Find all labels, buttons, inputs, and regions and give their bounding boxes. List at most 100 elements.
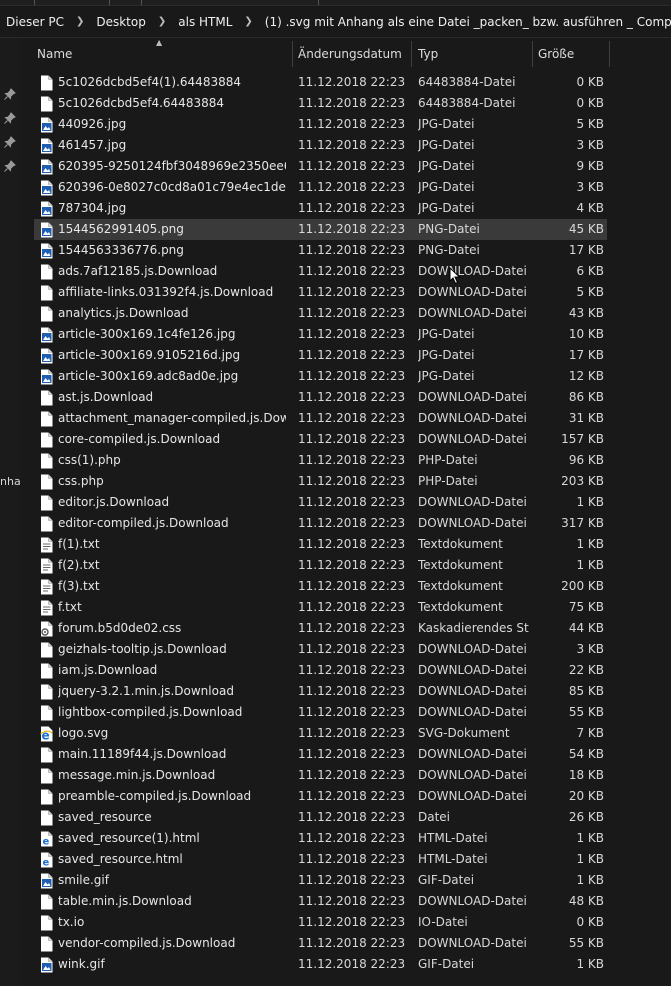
file-row[interactable]: vendor-compiled.js.Download 11.12.2018 22…	[34, 933, 607, 954]
file-size: 55 KB	[568, 705, 604, 719]
sort-ascending-icon: ▲	[156, 38, 163, 47]
column-divider[interactable]	[532, 41, 533, 67]
file-row[interactable]: affiliate-links.031392f4.js.Download 11.1…	[34, 282, 607, 303]
file-row[interactable]: article-300x169.adc8ad0e.jpg 11.12.2018 2…	[34, 366, 607, 387]
file-row[interactable]: 5c1026dcbd5ef4(1).64483884 11.12.2018 22:…	[34, 72, 607, 93]
column-divider[interactable]	[609, 41, 610, 67]
file-type: JPG-Datei	[418, 327, 475, 341]
file-row[interactable]: 1544563336776.png 11.12.2018 22:23 PNG-Dat…	[34, 240, 607, 261]
file-icon	[41, 75, 53, 91]
file-date: 11.12.2018 22:23	[298, 936, 406, 950]
file-size: 55 KB	[568, 936, 604, 950]
file-size: 4 KB	[576, 201, 604, 215]
file-size: 10 KB	[568, 327, 604, 341]
file-date: 11.12.2018 22:23	[298, 600, 406, 614]
file-size: 18 KB	[568, 768, 604, 782]
file-row[interactable]: saved_resource 11.12.2018 22:23 Datei 26 KB	[34, 807, 607, 828]
file-row[interactable]: editor-compiled.js.Download 11.12.2018 22…	[34, 513, 607, 534]
file-row[interactable]: 440926.jpg 11.12.2018 22:23 JPG-Datei 5 KB	[34, 114, 607, 135]
file-icon	[41, 810, 53, 826]
file-size: 1 KB	[576, 495, 604, 509]
file-row[interactable]: core-compiled.js.Download 11.12.2018 22:2…	[34, 429, 607, 450]
file-row[interactable]: article-300x169.9105216d.jpg 11.12.2018 2…	[34, 345, 607, 366]
column-header-name[interactable]: Name	[37, 38, 72, 70]
file-row[interactable]: article-300x169.1c4fe126.jpg 11.12.2018 2…	[34, 324, 607, 345]
file-row[interactable]: f(3).txt 11.12.2018 22:23 Textdokument 200 …	[34, 576, 607, 597]
file-row[interactable]: 620396-0e8027c0cd8a01c79e4ec1de9d93... 11…	[34, 177, 607, 198]
file-row[interactable]: ast.js.Download 11.12.2018 22:23 DOWNLOAD-…	[34, 387, 607, 408]
breadcrumb-item-desktop[interactable]: Desktop	[90, 15, 152, 29]
file-size: 3 KB	[576, 138, 604, 152]
file-name: iam.js.Download	[58, 663, 158, 677]
file-row[interactable]: attachment_manager-compiled.js.Downl... 1…	[34, 408, 607, 429]
file-type: Datei	[418, 810, 451, 824]
nav-item-label[interactable]: nha	[0, 475, 21, 488]
file-type: Textdokument	[418, 600, 503, 614]
file-row[interactable]: lightbox-compiled.js.Download 11.12.2018 …	[34, 702, 607, 723]
file-type: DOWNLOAD-Datei	[418, 936, 527, 950]
column-header-size[interactable]: Größe	[538, 38, 574, 70]
svg-text:e: e	[43, 858, 50, 869]
file-name: 5c1026dcbd5ef4.64483884	[58, 96, 224, 110]
column-header-type[interactable]: Typ	[418, 38, 438, 70]
file-row[interactable]: e saved_resource(1).html 11.12.2018 22:23 H…	[34, 828, 607, 849]
file-row[interactable]: tx.io 11.12.2018 22:23 IO-Datei 0 KB	[34, 912, 607, 933]
pin-icon[interactable]	[4, 160, 16, 172]
file-row[interactable]: analytics.js.Download 11.12.2018 22:23 DOW…	[34, 303, 607, 324]
file-row[interactable]: 620395-9250124fbf3048969e2350ee611e7... 1…	[34, 156, 607, 177]
file-row[interactable]: preamble-compiled.js.Download 11.12.2018 …	[34, 786, 607, 807]
file-row[interactable]: 1544562991405.png 11.12.2018 22:23 PNG-Dat…	[34, 219, 607, 240]
file-row[interactable]: table.min.js.Download 11.12.2018 22:23 DOW…	[34, 891, 607, 912]
text-file-icon	[41, 537, 53, 553]
pin-icon[interactable]	[4, 88, 16, 100]
file-type: JPG-Datei	[418, 138, 475, 152]
file-row[interactable]: css(1).php 11.12.2018 22:23 PHP-Datei 96 KB	[34, 450, 607, 471]
file-row[interactable]: f(1).txt 11.12.2018 22:23 Textdokument 1 KB	[34, 534, 607, 555]
file-name: preamble-compiled.js.Download	[58, 789, 252, 803]
file-date: 11.12.2018 22:23	[298, 894, 406, 908]
breadcrumb-item-this-pc[interactable]: Dieser PC	[0, 15, 70, 29]
file-list-view[interactable]: ▲ Name Änderungsdatum Typ Größe 5c1026dc…	[20, 38, 671, 986]
pin-icon[interactable]	[4, 136, 16, 148]
column-header-date[interactable]: Änderungsdatum	[298, 38, 402, 70]
pin-icon[interactable]	[4, 112, 16, 124]
file-row[interactable]: e saved_resource.html 11.12.2018 22:23 HTML…	[34, 849, 607, 870]
file-row[interactable]: main.11189f44.js.Download 11.12.2018 22:2…	[34, 744, 607, 765]
file-row[interactable]: e logo.svg 11.12.2018 22:23 SVG-Dokument 7 K…	[34, 723, 607, 744]
vertical-scrollbar[interactable]	[643, 38, 651, 986]
file-type: GIF-Datei	[418, 873, 475, 887]
file-row[interactable]: css.php 11.12.2018 22:23 PHP-Datei 203 KB	[34, 471, 607, 492]
file-date: 11.12.2018 22:23	[298, 495, 406, 509]
file-type: GIF-Datei	[418, 957, 475, 971]
file-row[interactable]: ads.7af12185.js.Download 11.12.2018 22:23…	[34, 261, 607, 282]
file-row[interactable]: geizhals-tooltip.js.Download 11.12.2018 2…	[34, 639, 607, 660]
breadcrumb-item-als-html[interactable]: als HTML	[172, 15, 238, 29]
column-divider[interactable]	[411, 41, 412, 67]
file-row[interactable]: 787304.jpg 11.12.2018 22:23 JPG-Datei 4 KB	[34, 198, 607, 219]
file-type: DOWNLOAD-Datei	[418, 789, 527, 803]
file-row[interactable]: forum.b5d0de02.css 11.12.2018 22:23 Kaskad…	[34, 618, 607, 639]
chevron-right-icon[interactable]: ❯	[238, 16, 258, 27]
file-row[interactable]: editor.js.Download 11.12.2018 22:23 DOWNLO…	[34, 492, 607, 513]
file-size: 1 KB	[576, 873, 604, 887]
address-breadcrumb[interactable]: Dieser PC ❯ Desktop ❯ als HTML ❯ (1) .sv…	[0, 6, 671, 38]
chevron-right-icon[interactable]: ❯	[70, 16, 90, 27]
file-name: css(1).php	[58, 453, 121, 467]
file-row[interactable]: smile.gif 11.12.2018 22:23 GIF-Datei 1 KB	[34, 870, 607, 891]
file-row[interactable]: f.txt 11.12.2018 22:23 Textdokument 75 KB	[34, 597, 607, 618]
file-name: 440926.jpg	[58, 117, 127, 131]
chevron-right-icon[interactable]: ❯	[152, 16, 172, 27]
file-type: JPG-Datei	[418, 369, 475, 383]
file-row[interactable]: wink.gif 11.12.2018 22:23 GIF-Datei 1 KB	[34, 954, 607, 975]
file-row[interactable]: message.min.js.Download 11.12.2018 22:23 D…	[34, 765, 607, 786]
file-size: 1 KB	[576, 852, 604, 866]
breadcrumb-item-current-folder[interactable]: (1) .svg mit Anhang als eine Datei _pack…	[259, 15, 671, 29]
file-row[interactable]: f(2).txt 11.12.2018 22:23 Textdokument 1 KB	[34, 555, 607, 576]
file-row[interactable]: 5c1026dcbd5ef4.64483884 11.12.2018 22:23 6…	[34, 93, 607, 114]
file-size: 200 KB	[561, 579, 604, 593]
file-type: DOWNLOAD-Datei	[418, 705, 527, 719]
file-row[interactable]: iam.js.Download 11.12.2018 22:23 DOWNLOAD-…	[34, 660, 607, 681]
column-divider[interactable]	[292, 41, 293, 67]
file-row[interactable]: jquery-3.2.1.min.js.Download 11.12.2018 2…	[34, 681, 607, 702]
file-row[interactable]: 461457.jpg 11.12.2018 22:23 JPG-Datei 3 KB	[34, 135, 607, 156]
